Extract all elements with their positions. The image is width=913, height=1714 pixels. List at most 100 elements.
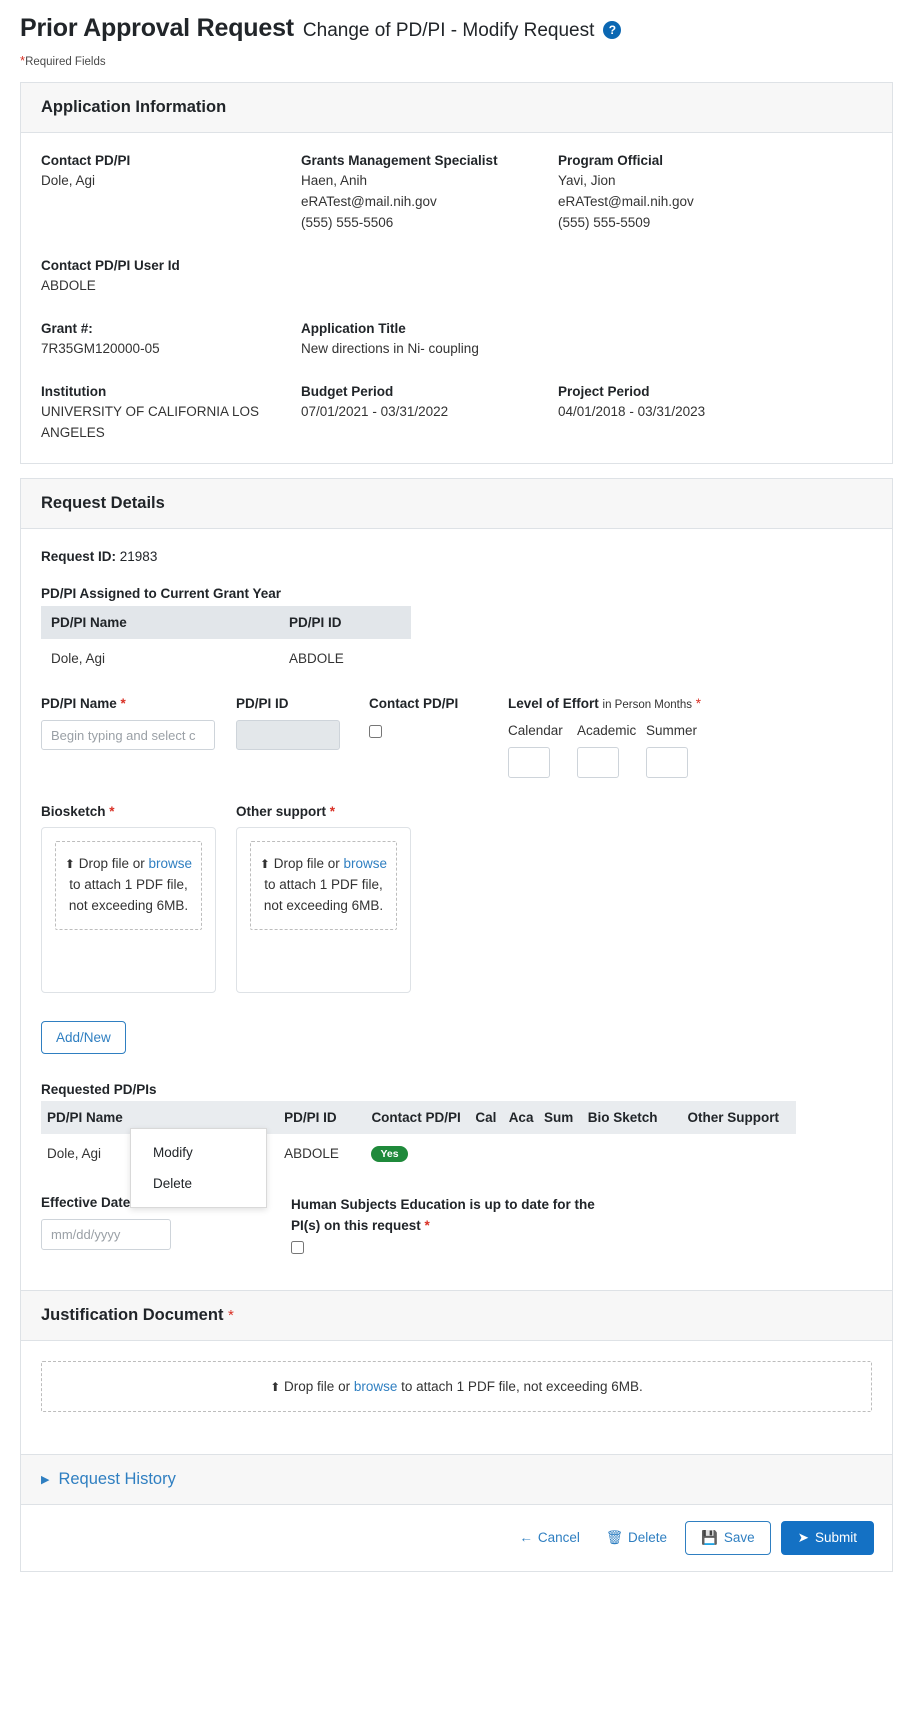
academic-label: Academic [577, 723, 637, 739]
field-value: Yavi, Jion [558, 173, 616, 188]
field-label: Budget Period [301, 383, 394, 399]
paper-plane-icon: ➤ [797, 1529, 809, 1545]
field-budget-period: Budget Period 07/01/2021 - 03/31/2022 [301, 384, 558, 444]
level-of-effort-subtitle: in Person Months [602, 699, 693, 712]
justification-document-card: Justification Document * ⬆ Drop file or … [20, 1289, 893, 1455]
cell-cal [469, 1134, 502, 1173]
field-contact-pdpi-user-id: Contact PD/PI User Id ABDOLE [41, 258, 301, 297]
request-id: Request ID: 21983 [41, 549, 872, 564]
biosketch-browse-link[interactable]: browse [149, 856, 193, 871]
other-support-browse-link[interactable]: browse [344, 856, 388, 871]
status-badge: Yes [371, 1146, 408, 1163]
justification-drop-suffix: to attach 1 PDF file, not exceeding 6MB. [401, 1378, 643, 1394]
effective-date-input[interactable] [41, 1219, 171, 1251]
cell-bio-sketch [582, 1134, 682, 1173]
page-title-row: Prior Approval Request Change of PD/PI -… [20, 14, 913, 43]
column-header-other-support: Other Support [681, 1101, 796, 1135]
calendar-input[interactable] [508, 747, 550, 779]
table-row: Dole, Agi ABDOLE [41, 639, 411, 678]
pdpi-id-input[interactable] [236, 720, 340, 751]
submit-button-label: Submit [814, 1530, 857, 1546]
application-information-grid: Contact PD/PI Dole, Agi Grants Managemen… [41, 153, 872, 443]
cell-pdpi-id: ABDOLE [289, 651, 344, 667]
field-value: 04/01/2018 - 03/31/2023 [558, 403, 706, 419]
contact-pdpi-checkbox[interactable] [369, 725, 382, 739]
cell-pdpi-id: ABDOLE [284, 1146, 339, 1162]
table-header-row: PD/PI Name PD/PI ID [41, 606, 411, 640]
delete-button-label: Delete [628, 1530, 668, 1546]
context-menu-item-delete[interactable]: Delete [131, 1168, 266, 1199]
row-context-menu[interactable]: Modify Delete [130, 1128, 267, 1208]
required-asterisk: * [329, 804, 336, 820]
field-project-period: Project Period 04/01/2018 - 03/31/2023 [558, 384, 872, 444]
contact-pdpi-field-group: Contact PD/PI [369, 696, 494, 739]
human-subjects-checkbox[interactable] [291, 1240, 304, 1254]
field-value: 7R35GM120000-05 [41, 340, 160, 356]
prior-approval-request-page: Prior Approval Request Change of PD/PI -… [0, 0, 913, 1572]
field-label: Contact PD/PI [41, 153, 131, 168]
cell-other-support [682, 1134, 796, 1173]
justification-drop-prefix: Drop file or [284, 1378, 351, 1394]
other-support-dropcard[interactable]: ⬆ Drop file or browse to attach 1 PDF fi… [236, 827, 411, 994]
human-subjects-label: Human Subjects Education is up to date f… [291, 1197, 595, 1233]
biosketch-attachment-group: Biosketch * ⬆ Drop file or browse to att… [41, 804, 216, 994]
column-header-pdpi-id: PD/PI ID [279, 606, 411, 640]
cancel-button-label: Cancel [537, 1530, 580, 1546]
required-asterisk: * [120, 696, 126, 712]
upload-icon: ⬆ [64, 857, 75, 872]
justification-browse-link[interactable]: browse [354, 1379, 398, 1394]
summer-input[interactable] [646, 747, 688, 779]
context-menu-item-modify[interactable]: Modify [131, 1137, 266, 1168]
attachments-row: Biosketch * ⬆ Drop file or browse to att… [41, 804, 872, 994]
justification-document-body: ⬆ Drop file or browse to attach 1 PDF fi… [21, 1341, 892, 1454]
column-header-aca: Aca [502, 1101, 539, 1135]
level-of-effort-title: Level of Effort in Person Months * [508, 696, 701, 711]
request-id-label: Request ID: [41, 549, 117, 565]
new-pdpi-form-row: PD/PI Name * PD/PI ID Contact PD/PI Leve… [41, 696, 872, 779]
cancel-button[interactable]: ← Cancel [511, 1523, 588, 1552]
request-history-label: Request History [58, 1469, 176, 1488]
field-institution: Institution UNIVERSITY OF CALIFORNIA LOS… [41, 384, 301, 444]
level-of-effort-label: Level of Effort [508, 696, 599, 712]
application-information-card: Application Information Contact PD/PI Do… [20, 82, 893, 465]
level-of-effort-columns: Calendar Academic Summer [508, 723, 701, 779]
biosketch-drop-prefix: Drop file or [78, 856, 145, 872]
level-of-effort-academic: Academic [577, 723, 637, 779]
biosketch-dropcard[interactable]: ⬆ Drop file or browse to attach 1 PDF fi… [41, 827, 216, 994]
caret-right-icon: ▶ [41, 1473, 50, 1486]
field-spacer-b [558, 258, 872, 297]
cell-pdpi-name: Dole, Agi [51, 651, 106, 667]
page-title: Prior Approval Request [20, 14, 294, 42]
academic-input[interactable] [577, 747, 619, 779]
justification-document-title: Justification Document * [21, 1290, 892, 1341]
other-support-label: Other support * [236, 804, 336, 820]
field-value: ABDOLE [41, 277, 96, 293]
request-history-toggle[interactable]: ▶ Request History [21, 1454, 892, 1505]
field-value-email: eRATest@mail.nih.gov [301, 193, 437, 209]
pdpi-name-field-group: PD/PI Name * [41, 696, 236, 751]
column-header-sum: Sum [538, 1101, 582, 1135]
save-button[interactable]: 💾 Save [685, 1520, 771, 1555]
other-support-drop-prefix: Drop file or [273, 856, 340, 872]
biosketch-drop-suffix: to attach 1 PDF file, not exceeding 6MB. [68, 877, 189, 914]
floppy-disk-icon: 💾 [701, 1529, 718, 1545]
level-of-effort-summer: Summer [646, 723, 697, 779]
cell-pdpi-name-text: Dole, Agi [47, 1146, 102, 1162]
pdpi-name-label: PD/PI Name * [41, 696, 126, 712]
help-circle-icon[interactable]: ? [603, 21, 622, 39]
request-id-value: 21983 [119, 549, 158, 565]
justification-dropzone[interactable]: ⬆ Drop file or browse to attach 1 PDF fi… [41, 1360, 872, 1412]
upload-icon: ⬆ [259, 857, 270, 872]
biosketch-dropzone[interactable]: ⬆ Drop file or browse to attach 1 PDF fi… [55, 841, 202, 931]
pdpi-name-input[interactable] [41, 720, 215, 751]
field-value: Haen, Anih [301, 173, 368, 188]
other-support-dropzone[interactable]: ⬆ Drop file or browse to attach 1 PDF fi… [250, 841, 397, 931]
add-new-button[interactable]: Add/New [41, 1021, 126, 1055]
human-subjects-group: Human Subjects Education is up to date f… [291, 1195, 621, 1254]
submit-button[interactable]: ➤ Submit [780, 1520, 874, 1555]
delete-button[interactable]: 🗑 Delete [598, 1523, 675, 1553]
other-support-attachment-group: Other support * ⬆ Drop file or browse to… [236, 804, 411, 994]
field-label: Program Official [558, 153, 664, 168]
required-asterisk: * [424, 1217, 430, 1233]
calendar-label: Calendar [508, 723, 563, 739]
